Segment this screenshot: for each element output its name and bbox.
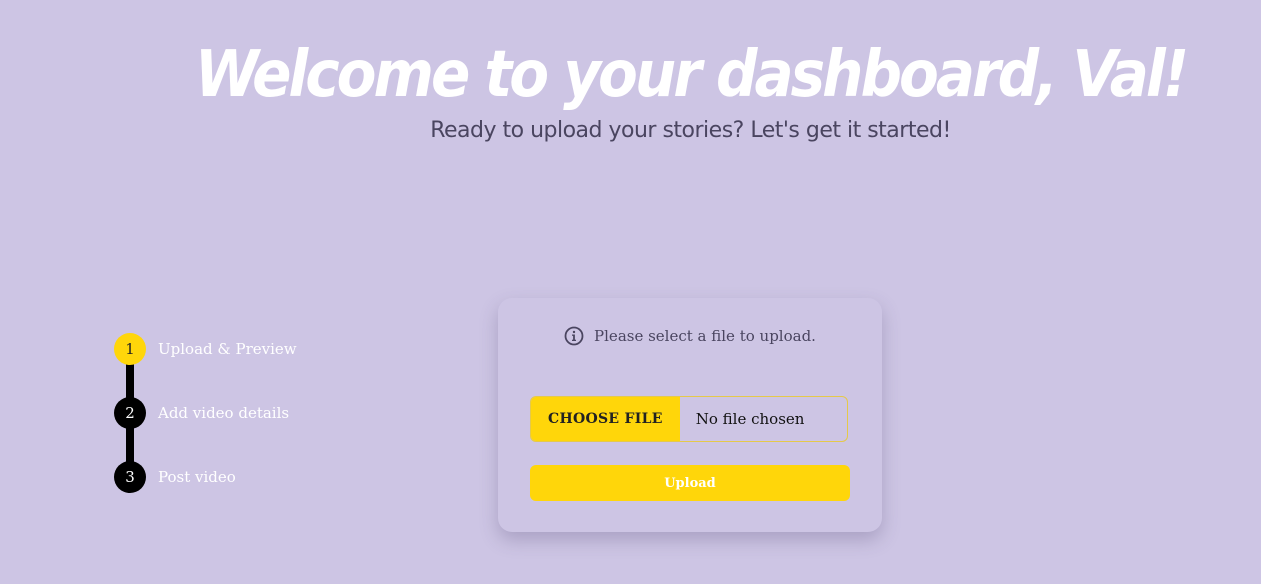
step-number-badge: 2 [114,397,146,429]
step-label: Post video [158,468,236,486]
step-add-video-details: 2 Add video details [114,397,297,465]
info-text: Please select a file to upload. [594,327,816,345]
page-subtitle: Ready to upload your stories? Let's get … [430,118,951,143]
step-post-video: 3 Post video [114,461,297,525]
info-message: Please select a file to upload. [498,326,882,346]
upload-button[interactable]: Upload [530,465,850,501]
step-upload-preview: 1 Upload & Preview [114,333,297,401]
dashboard-page: Welcome to your dashboard, Val! Ready to… [0,0,1261,584]
upload-stepper: 1 Upload & Preview 2 Add video details 3… [114,333,297,525]
step-connector [126,361,134,401]
upload-card: Please select a file to upload. CHOOSE F… [498,298,882,532]
page-title: Welcome to your dashboard, Val! [194,36,1189,112]
file-input[interactable]: CHOOSE FILE No file chosen [530,396,848,442]
step-label: Add video details [158,404,290,422]
file-status-text: No file chosen [695,410,805,428]
step-connector [126,425,134,465]
info-circle-icon [564,326,584,346]
step-number-badge: 1 [114,333,146,365]
step-label: Upload & Preview [158,340,297,358]
choose-file-button[interactable]: CHOOSE FILE [531,397,680,441]
step-number-badge: 3 [114,461,146,493]
